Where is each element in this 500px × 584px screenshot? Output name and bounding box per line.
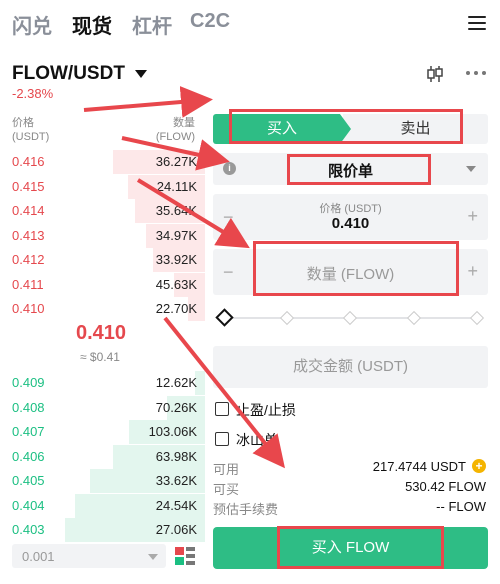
ask-qty: 24.11K bbox=[156, 178, 197, 194]
add-funds-icon[interactable]: + bbox=[472, 459, 486, 473]
bid-price: 0.409 bbox=[12, 375, 45, 390]
candlestick-icon[interactable] bbox=[425, 64, 445, 84]
iceberg-checkbox[interactable] bbox=[215, 432, 229, 446]
fee-label: 预估手续费 bbox=[213, 502, 279, 517]
annotation-box-order-type bbox=[287, 154, 431, 185]
ask-price: 0.416 bbox=[12, 154, 45, 169]
price-input[interactable]: − 价格 (USDT) 0.410 + bbox=[213, 194, 488, 240]
bid-price: 0.405 bbox=[12, 473, 45, 488]
bid-price: 0.403 bbox=[12, 522, 45, 537]
bid-row[interactable]: 0.404 24.54K bbox=[0, 493, 205, 518]
slider-step-50[interactable] bbox=[342, 310, 358, 326]
ask-row[interactable]: 0.414 35.64K bbox=[0, 199, 205, 223]
increase-qty-button[interactable]: + bbox=[467, 261, 478, 282]
bid-row[interactable]: 0.406 63.98K bbox=[0, 444, 205, 469]
bid-row[interactable]: 0.408 70.26K bbox=[0, 395, 205, 420]
ask-row[interactable]: 0.412 33.92K bbox=[0, 248, 205, 272]
available-value: 217.4744 USDT bbox=[372, 459, 466, 474]
can-buy-value: 530.42 FLOW bbox=[405, 479, 486, 494]
last-price-usd: ≈ $0.41 bbox=[80, 350, 120, 364]
price-column-header: 价格 (USDT) bbox=[12, 117, 50, 143]
slider-step-75[interactable] bbox=[406, 310, 422, 326]
tab-margin[interactable]: 杠杆 bbox=[132, 10, 172, 39]
ask-price: 0.415 bbox=[12, 178, 45, 194]
slider-handle[interactable] bbox=[215, 308, 234, 327]
ask-qty: 22.70K bbox=[155, 301, 197, 316]
annotation-box-quantity bbox=[253, 241, 459, 296]
price-change: -2.38% bbox=[12, 86, 54, 101]
pair-selector[interactable]: FLOW/USDT bbox=[12, 63, 125, 85]
ask-row[interactable]: 0.416 36.27K bbox=[0, 150, 205, 174]
menu-icon[interactable] bbox=[468, 12, 486, 34]
bid-price: 0.406 bbox=[12, 448, 45, 464]
total-input[interactable]: 成交金额 (USDT) bbox=[213, 346, 488, 388]
ask-qty: 34.97K bbox=[155, 227, 197, 243]
annotation-box-buy-sell bbox=[229, 109, 463, 144]
bid-row[interactable]: 0.405 33.62K bbox=[0, 469, 205, 493]
bid-row[interactable]: 0.409 12.62K bbox=[0, 371, 205, 395]
tab-c2c[interactable]: C2C bbox=[190, 10, 230, 33]
chevron-down-icon bbox=[148, 554, 158, 560]
price-input-label: 价格 (USDT) bbox=[319, 203, 382, 215]
bid-price: 0.404 bbox=[12, 497, 45, 513]
precision-value: 0.001 bbox=[22, 549, 55, 564]
increase-price-button[interactable]: + bbox=[467, 206, 478, 227]
bid-price: 0.407 bbox=[12, 424, 45, 439]
bid-qty: 12.62K bbox=[155, 375, 197, 390]
ask-price: 0.414 bbox=[12, 203, 45, 218]
bid-price: 0.408 bbox=[12, 399, 45, 415]
amount-slider[interactable] bbox=[215, 308, 485, 327]
qty-column-header: 数量 (FLOW) bbox=[155, 117, 195, 143]
bid-qty: 33.62K bbox=[155, 473, 197, 488]
orderbook-layout-icon[interactable] bbox=[175, 547, 195, 565]
slider-step-25[interactable] bbox=[279, 310, 295, 326]
ask-qty: 33.92K bbox=[155, 252, 197, 267]
ask-row[interactable]: 0.410 22.70K bbox=[0, 297, 205, 321]
more-icon[interactable] bbox=[465, 70, 487, 76]
iceberg-label: 冰山单 bbox=[236, 432, 278, 448]
bid-qty: 70.26K bbox=[155, 399, 197, 415]
ask-row[interactable]: 0.411 45.63K bbox=[0, 272, 205, 297]
tab-swap[interactable]: 闪兑 bbox=[12, 10, 52, 39]
ask-price: 0.413 bbox=[12, 227, 45, 243]
can-buy-label: 可买 bbox=[213, 482, 240, 497]
tp-sl-label: 止盈/止损 bbox=[236, 402, 296, 418]
ask-qty: 45.63K bbox=[155, 276, 197, 292]
ask-price: 0.412 bbox=[12, 252, 45, 267]
bid-qty: 103.06K bbox=[148, 424, 197, 439]
fee-value: -- FLOW bbox=[436, 499, 486, 514]
bid-row[interactable]: 0.407 103.06K bbox=[0, 420, 205, 444]
chevron-down-icon bbox=[466, 166, 476, 172]
chevron-down-icon[interactable] bbox=[135, 70, 147, 78]
bid-row[interactable]: 0.403 27.06K bbox=[0, 518, 205, 542]
slider-step-100[interactable] bbox=[469, 310, 485, 326]
price-input-value: 0.410 bbox=[331, 215, 370, 232]
ask-row[interactable]: 0.415 24.11K bbox=[0, 174, 205, 199]
tp-sl-checkbox[interactable] bbox=[215, 402, 229, 416]
tab-spot[interactable]: 现货 bbox=[72, 10, 112, 39]
ask-price: 0.410 bbox=[12, 301, 45, 316]
precision-select[interactable]: 0.001 bbox=[12, 544, 166, 568]
available-label: 可用 bbox=[213, 462, 240, 477]
ask-price: 0.411 bbox=[12, 276, 44, 292]
annotation-arrow bbox=[83, 86, 213, 118]
last-price: 0.410 bbox=[76, 322, 127, 344]
bid-qty: 24.54K bbox=[155, 497, 197, 513]
bid-qty: 63.98K bbox=[155, 448, 197, 464]
ask-qty: 36.27K bbox=[155, 154, 197, 169]
annotation-box-buy-button bbox=[277, 526, 444, 569]
ask-qty: 35.64K bbox=[155, 203, 197, 218]
bid-qty: 27.06K bbox=[155, 522, 197, 537]
ask-row[interactable]: 0.413 34.97K bbox=[0, 223, 205, 248]
